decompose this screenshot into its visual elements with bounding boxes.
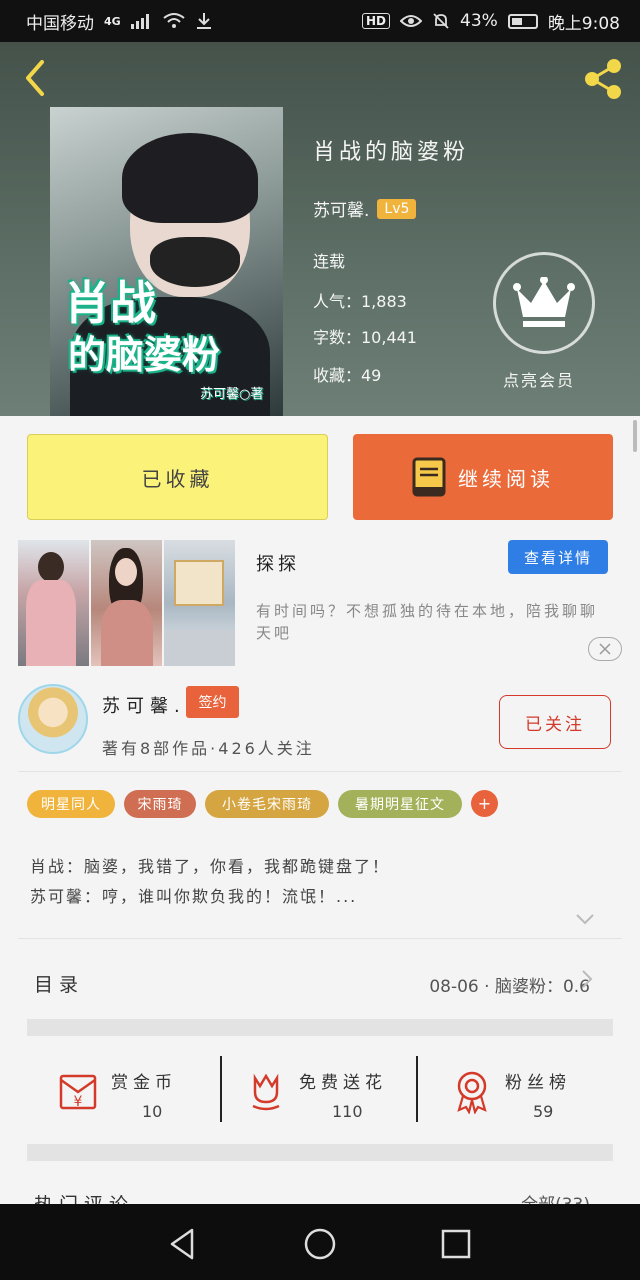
battery-icon (507, 13, 538, 29)
ad-image-3[interactable] (164, 540, 235, 666)
book-title-block: 肖战的脑婆粉 (313, 134, 469, 166)
reward-coins-button[interactable]: ¥ 赏金币 10 (27, 1048, 217, 1128)
free-flower-count: 110 (332, 1102, 363, 1121)
vip-crown-button[interactable] (493, 252, 595, 354)
nav-recents-icon[interactable] (436, 1224, 476, 1264)
synopsis-line-1: 肖战：脑婆，我错了，你看，我都跪键盘了！ (30, 857, 391, 876)
close-icon (599, 643, 611, 655)
fan-ranking-count: 59 (533, 1102, 554, 1121)
continue-reading-button[interactable]: 继续阅读 (353, 434, 613, 520)
light-member-label[interactable]: 点亮会员 (503, 367, 575, 391)
nav-back-icon[interactable] (164, 1224, 204, 1264)
network-label: 4G (104, 14, 121, 28)
ad-close-button[interactable] (588, 637, 622, 661)
download-icon (196, 13, 211, 29)
word-count-stat: 字数：10,441 (313, 328, 417, 347)
wifi-icon (163, 13, 185, 28)
ad-image-1[interactable] (18, 540, 89, 666)
section-band (27, 1019, 613, 1036)
signed-badge: 签约 (186, 686, 239, 718)
book-author-row: 苏可馨. Lv5 (313, 196, 417, 221)
book-title: 肖战的脑婆粉 (313, 140, 470, 165)
free-flower-button[interactable]: 免费送花 110 (215, 1048, 405, 1128)
cover-author: 苏可馨○著 (200, 387, 264, 402)
svg-text:¥: ¥ (74, 1094, 83, 1110)
flower-icon (252, 1073, 280, 1111)
signal-icon (130, 14, 149, 29)
tag-2[interactable]: 宋雨琦 (124, 790, 196, 818)
cover-title: 肖战 的脑婆粉 (64, 276, 221, 377)
book-author-name[interactable]: 苏可馨. (313, 196, 369, 221)
book-header: 肖战 的脑婆粉 苏可馨○著 肖战的脑婆粉 苏可馨. Lv5 连载 人气：1,88… (0, 42, 640, 416)
author-avatar[interactable] (18, 684, 88, 754)
tag-1[interactable]: 明星同人 (27, 790, 115, 818)
ad-description[interactable]: 有时间吗？不想孤独的待在本地，陪我聊聊天吧 (256, 600, 606, 644)
fan-ranking-button[interactable]: 粉丝榜 59 (421, 1048, 611, 1128)
popularity-stat: 人气：1,883 (313, 292, 407, 311)
medal-icon (457, 1071, 487, 1114)
chevron-right-icon[interactable] (580, 968, 594, 990)
toc-label[interactable]: 目录 (34, 970, 84, 997)
followed-button[interactable]: 已关注 (499, 695, 611, 749)
divider (18, 771, 622, 772)
section-band (27, 1144, 613, 1161)
reward-coins-count: 10 (142, 1102, 163, 1121)
carrier-label: 中国移动 (26, 13, 94, 34)
share-icon[interactable] (578, 54, 628, 104)
back-arrow-icon[interactable] (18, 56, 58, 100)
chevron-down-icon[interactable] (575, 912, 595, 926)
book-detail-page: 中国移动 4G HD 43% 晚上9:08 肖战 的脑婆粉 苏可馨○著 肖战的脑… (0, 0, 640, 1280)
mute-bell-icon (433, 13, 449, 29)
book-icon (412, 457, 446, 497)
nav-home-icon[interactable] (300, 1224, 340, 1264)
ad-view-details-button[interactable]: 查看详情 (508, 540, 608, 574)
synopsis-line-2: 苏可馨：哼，谁叫你欺负我的！流氓！... (30, 887, 358, 906)
tag-4[interactable]: 暑期明星征文 (338, 790, 462, 818)
reward-coins-label: 赏金币 (111, 1073, 177, 1093)
status-bar: 中国移动 4G HD 43% 晚上9:08 (0, 0, 640, 42)
author-stats: 著有8部作品·426人关注 (102, 739, 315, 758)
battery-percent: 43% (460, 11, 498, 31)
eye-icon (400, 15, 423, 27)
ad-title[interactable]: 探探 (256, 550, 300, 576)
scrollbar[interactable] (633, 420, 637, 452)
continue-reading-label: 继续阅读 (458, 466, 554, 491)
toc-latest-chapter[interactable]: 08-06 · 脑婆粉：0.6 (429, 972, 590, 997)
coin-envelope-icon: ¥ (59, 1074, 97, 1110)
book-cover[interactable]: 肖战 的脑婆粉 苏可馨○著 (50, 107, 283, 416)
crown-icon (513, 277, 575, 327)
level-badge: Lv5 (377, 198, 417, 219)
hd-badge: HD (362, 13, 391, 29)
author-name[interactable]: 苏可馨. (102, 692, 186, 718)
serial-status: 连载 (313, 252, 346, 271)
divider (18, 938, 622, 939)
favorites-stat: 收藏：49 (313, 366, 382, 385)
system-nav-bar (0, 1204, 640, 1280)
ad-image-2[interactable] (91, 540, 162, 666)
cover-figure-hair (122, 133, 258, 223)
clock: 晚上9:08 (547, 13, 620, 34)
tag-3[interactable]: 小卷毛宋雨琦 (205, 790, 329, 818)
collected-button[interactable]: 已收藏 (27, 434, 328, 520)
free-flower-label: 免费送花 (299, 1073, 387, 1093)
divider (416, 1056, 418, 1122)
synopsis: 肖战：脑婆，我错了，你看，我都跪键盘了！ 苏可馨：哼，谁叫你欺负我的！流氓！..… (30, 852, 390, 912)
add-tag-button[interactable]: + (471, 790, 498, 817)
fan-ranking-label: 粉丝榜 (505, 1073, 571, 1093)
